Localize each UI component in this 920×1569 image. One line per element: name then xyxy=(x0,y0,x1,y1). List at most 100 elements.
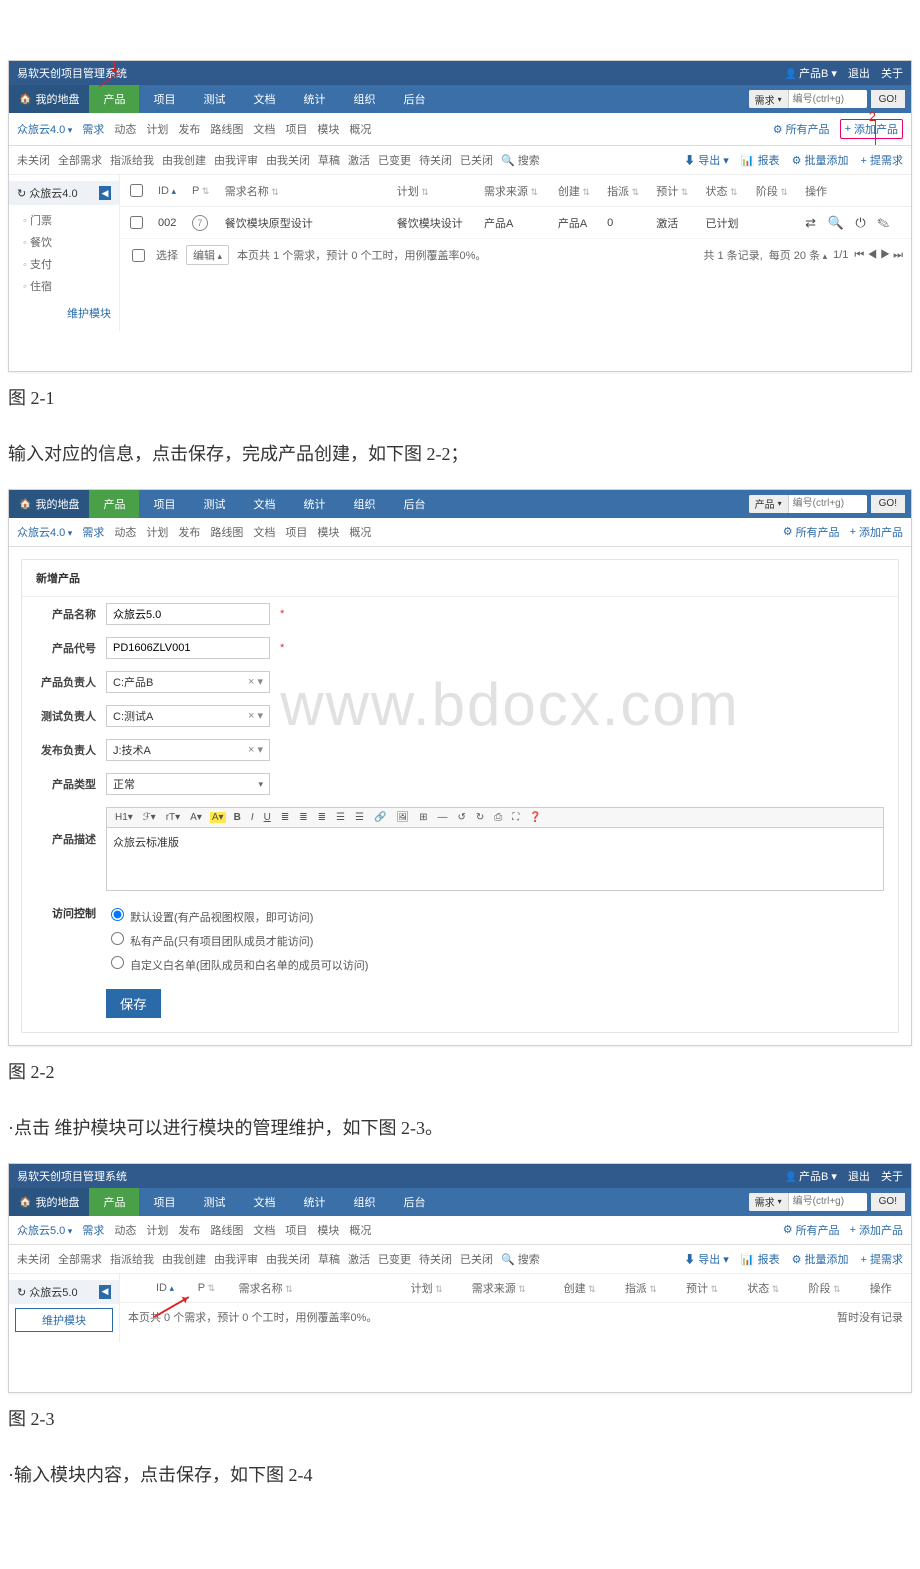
subtab-plan[interactable]: 计划 xyxy=(146,1222,168,1238)
footer-select-all[interactable] xyxy=(132,249,145,262)
tab-doc[interactable]: 文档 xyxy=(239,1188,289,1216)
subtab-roadmap[interactable]: 路线图 xyxy=(210,1222,243,1238)
sidebar-item-stay[interactable]: 住宿 xyxy=(23,275,119,297)
row-actions[interactable]: ⇄ 🔍 ⏻ ✎ xyxy=(799,207,911,239)
filter-assigned[interactable]: 指派给我 xyxy=(110,152,154,168)
subtab-release[interactable]: 发布 xyxy=(178,1222,200,1238)
sidebar-collapse[interactable]: ◀ xyxy=(99,1285,111,1299)
col-est[interactable]: 预计 xyxy=(686,1283,718,1295)
bulk-edit-button[interactable]: 编辑 xyxy=(186,245,229,265)
pager-perpage[interactable]: 每页 20 条 xyxy=(769,247,827,263)
filter-closedby[interactable]: 由我关闭 xyxy=(266,152,310,168)
subtab-project[interactable]: 项目 xyxy=(285,524,307,540)
col-assign[interactable]: 指派 xyxy=(625,1283,657,1295)
rte-link[interactable]: 🔗 xyxy=(372,812,388,823)
col-p[interactable]: P xyxy=(192,185,209,197)
logout-link[interactable]: 退出 xyxy=(848,1171,870,1183)
go-button[interactable]: GO! xyxy=(871,1193,905,1211)
rte-redo[interactable]: ↻ xyxy=(474,812,486,823)
rte-bgcolor[interactable]: A▾ xyxy=(210,812,226,823)
batch-add-link[interactable]: ⚙ 批量添加 xyxy=(792,1251,849,1267)
tab-doc[interactable]: 文档 xyxy=(239,490,289,518)
product-code-input[interactable] xyxy=(106,637,270,659)
rte-align1[interactable]: ≣ xyxy=(279,812,291,823)
save-button[interactable]: 保存 xyxy=(106,989,161,1018)
subtab-overview[interactable]: 概况 xyxy=(349,121,371,137)
filter-search[interactable]: 🔍 搜索 xyxy=(501,152,540,168)
filter-draft[interactable]: 草稿 xyxy=(318,152,340,168)
rte-italic[interactable]: I xyxy=(249,812,256,823)
about-link[interactable]: 关于 xyxy=(881,1171,903,1183)
filter-closedby[interactable]: 由我关闭 xyxy=(266,1251,310,1267)
tab-stat[interactable]: 统计 xyxy=(289,490,339,518)
subtab-plan[interactable]: 计划 xyxy=(146,524,168,540)
home-tab[interactable]: 我的地盘 xyxy=(9,1188,89,1216)
tab-doc[interactable]: 文档 xyxy=(239,85,289,113)
col-name[interactable]: 需求名称 xyxy=(225,186,279,198)
subtab-doc[interactable]: 文档 xyxy=(253,524,275,540)
add-product-button[interactable]: + 添加产品 xyxy=(850,1222,903,1238)
col-name[interactable]: 需求名称 xyxy=(239,1283,293,1295)
filter-created[interactable]: 由我创建 xyxy=(162,1251,206,1267)
filter-open[interactable]: 未关闭 xyxy=(17,1251,50,1267)
maintain-module-link[interactable]: 维护模块 xyxy=(15,1308,113,1332)
filter-toclose[interactable]: 待关闭 xyxy=(419,1251,452,1267)
description-textarea[interactable]: 众旅云标准版 xyxy=(106,827,884,891)
sidebar-item-food[interactable]: 餐饮 xyxy=(23,231,119,253)
subtab-req[interactable]: 需求 xyxy=(82,121,104,137)
col-id[interactable]: ID xyxy=(158,185,176,197)
subtab-activity[interactable]: 动态 xyxy=(114,121,136,137)
access-custom[interactable]: 自定义白名单(团队成员和白名单的成员可以访问) xyxy=(106,951,368,975)
filter-changed[interactable]: 已变更 xyxy=(378,1251,411,1267)
col-status[interactable]: 状态 xyxy=(747,1283,779,1295)
tab-stat[interactable]: 统计 xyxy=(289,1188,339,1216)
search-input[interactable] xyxy=(789,495,867,513)
rte-full[interactable]: ⛶ xyxy=(510,812,521,823)
add-product-button[interactable]: + 添加产品 xyxy=(850,524,903,540)
filter-reviewed[interactable]: 由我评审 xyxy=(214,1251,258,1267)
filter-closed[interactable]: 已关闭 xyxy=(460,1251,493,1267)
filter-assigned[interactable]: 指派给我 xyxy=(110,1251,154,1267)
access-default[interactable]: 默认设置(有产品视图权限，即可访问) xyxy=(106,903,368,927)
tester-select[interactable]: C:测试A xyxy=(106,705,270,727)
go-button[interactable]: GO! xyxy=(871,90,905,108)
access-radio-private[interactable] xyxy=(111,932,124,945)
tab-project[interactable]: 项目 xyxy=(139,490,189,518)
export-link[interactable]: ⬇ 导出 ▾ xyxy=(684,152,729,168)
subtab-release[interactable]: 发布 xyxy=(178,524,200,540)
home-tab[interactable]: 我的地盘 xyxy=(9,490,89,518)
refresh-icon[interactable]: ↻ xyxy=(17,188,26,200)
tab-project[interactable]: 项目 xyxy=(139,85,189,113)
clear-icon[interactable] xyxy=(248,709,263,722)
col-id[interactable]: ID xyxy=(156,1282,174,1294)
all-products-link[interactable]: ⚙所有产品 xyxy=(783,524,840,540)
rte-h1[interactable]: H1▾ xyxy=(113,812,135,823)
tab-admin[interactable]: 后台 xyxy=(389,85,439,113)
filter-search[interactable]: 🔍 搜索 xyxy=(501,1251,540,1267)
maintain-module-link[interactable]: 维护模块 xyxy=(9,301,119,325)
search-type-dropdown[interactable]: 需求 xyxy=(749,1193,789,1211)
report-link[interactable]: 📊 报表 xyxy=(741,152,780,168)
clear-icon[interactable] xyxy=(248,675,263,688)
filter-changed[interactable]: 已变更 xyxy=(378,152,411,168)
rte-help[interactable]: ❓ xyxy=(527,812,543,823)
all-products-link[interactable]: ⚙所有产品 xyxy=(783,1222,840,1238)
rte-hr[interactable]: — xyxy=(435,812,449,823)
sidebar-item-ticket[interactable]: 门票 xyxy=(23,209,119,231)
subtab-req[interactable]: 需求 xyxy=(82,524,104,540)
filter-all[interactable]: 全部需求 xyxy=(58,152,102,168)
col-p[interactable]: P xyxy=(198,1282,215,1294)
rte-undo[interactable]: ↺ xyxy=(455,812,467,823)
rte-print[interactable]: ⎙ xyxy=(492,812,504,823)
rte-image[interactable]: 🖼 xyxy=(394,812,411,823)
pager-nav[interactable]: ⏮ ◀ ▶ ⏭ xyxy=(854,249,903,262)
go-button[interactable]: GO! xyxy=(871,495,905,513)
batch-add-link[interactable]: ⚙ 批量添加 xyxy=(792,152,849,168)
tab-product[interactable]: 产品 xyxy=(89,1188,139,1216)
release-select[interactable]: J:技术A xyxy=(106,739,270,761)
col-source[interactable]: 需求来源 xyxy=(484,186,538,198)
rte-bold[interactable]: B xyxy=(232,812,243,823)
tab-project[interactable]: 项目 xyxy=(139,1188,189,1216)
col-est[interactable]: 预计 xyxy=(656,186,688,198)
rte-underline[interactable]: U xyxy=(262,812,273,823)
